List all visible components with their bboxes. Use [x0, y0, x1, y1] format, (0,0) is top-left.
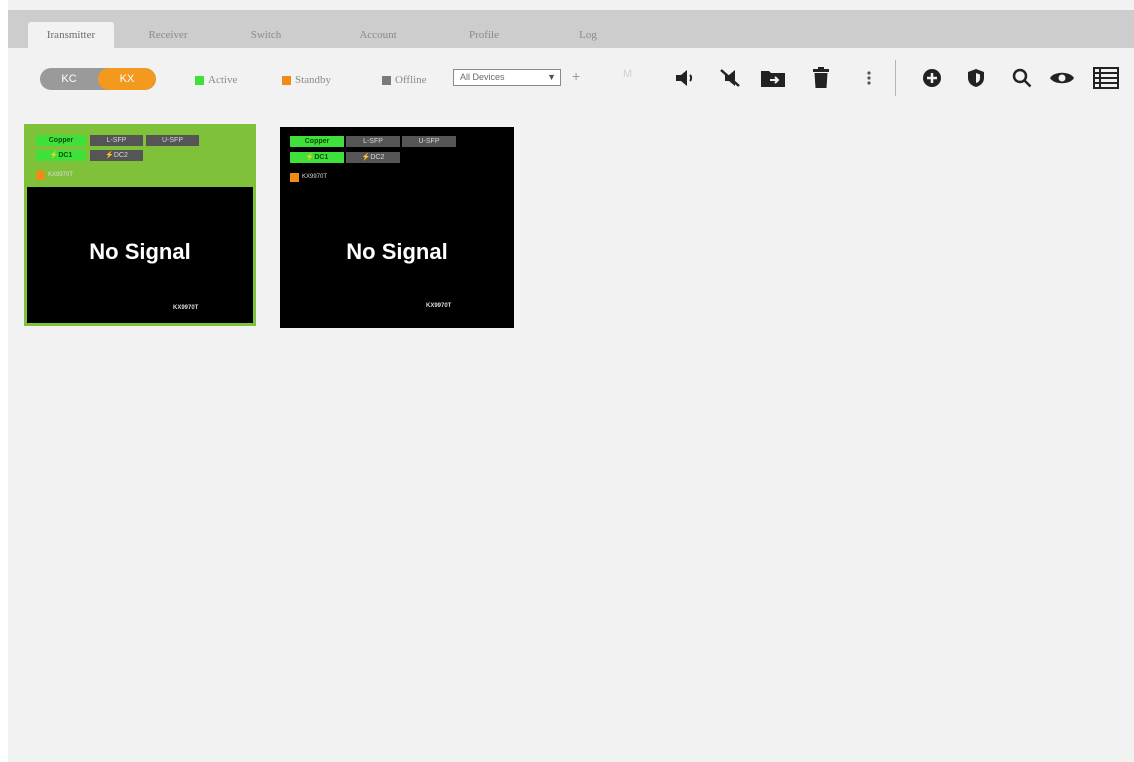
- badge-dc1: ⚡DC1: [290, 152, 344, 163]
- device-card-2[interactable]: Copper L-SFP U-SFP ⚡DC1 ⚡DC2 KX9970T No …: [280, 127, 514, 328]
- badge-dc2: ⚡DC2: [346, 152, 400, 163]
- legend-standby: Standby: [282, 73, 331, 87]
- legend-offline-label: Offline: [395, 74, 427, 86]
- badge-copper: Copper: [36, 135, 86, 146]
- badge-u-sfp: U-SFP: [146, 135, 199, 146]
- tab-switch[interactable]: Switch: [236, 22, 296, 48]
- chevron-down-icon: ▼: [547, 72, 556, 82]
- standby-status-icon: [290, 173, 299, 182]
- tab-receiver[interactable]: Receiver: [128, 22, 208, 48]
- add-circle-icon[interactable]: [918, 64, 946, 92]
- badge-u-sfp: U-SFP: [402, 136, 456, 147]
- device-card-1[interactable]: Copper L-SFP U-SFP ⚡DC1 ⚡DC2 KX9970T No …: [24, 124, 256, 326]
- card-footer-model: KX9970T: [173, 305, 199, 311]
- speaker-icon[interactable]: [673, 64, 701, 92]
- badge-l-sfp: L-SFP: [90, 135, 143, 146]
- more-vertical-icon[interactable]: [855, 64, 883, 92]
- card-model-label: KX9970T: [302, 174, 328, 180]
- standby-swatch-icon: [282, 75, 291, 85]
- device-filter-select[interactable]: All Devices ▼: [453, 69, 561, 86]
- add-device-button[interactable]: +: [572, 68, 580, 84]
- device-filter-value: All Devices: [460, 72, 505, 82]
- legend-offline: Offline: [382, 73, 427, 87]
- tab-log[interactable]: Log: [566, 22, 610, 48]
- toolbar: KC KX Active Standby Offline All Devices…: [8, 48, 1134, 108]
- badge-l-sfp: L-SFP: [346, 136, 400, 147]
- offline-swatch-icon: [382, 75, 391, 85]
- no-signal-text: No Signal: [89, 239, 191, 264]
- active-swatch-icon: [195, 75, 204, 85]
- badge-copper: Copper: [290, 136, 344, 147]
- legend-active: Active: [195, 73, 237, 87]
- no-signal-text: No Signal: [346, 239, 448, 264]
- tab-transmitter[interactable]: Iransmitter: [28, 22, 114, 48]
- toolbar-separator: [895, 60, 896, 96]
- search-icon[interactable]: [1008, 64, 1036, 92]
- badge-dc2: ⚡DC2: [90, 150, 143, 161]
- list-view-icon[interactable]: [1092, 64, 1120, 92]
- tab-profile[interactable]: Profile: [454, 22, 514, 48]
- eye-icon[interactable]: [1048, 64, 1076, 92]
- card-model-label: KX9970T: [48, 172, 74, 178]
- standby-status-icon: [36, 171, 45, 180]
- mode-toggle[interactable]: KC KX: [40, 68, 156, 90]
- mute-icon[interactable]: [717, 64, 745, 92]
- tab-account[interactable]: Account: [343, 22, 413, 48]
- badge-dc1: ⚡DC1: [36, 150, 86, 161]
- app-window: Iransmitter Receiver Switch Account Prof…: [8, 0, 1134, 762]
- mode-kx-option[interactable]: KX: [98, 68, 156, 90]
- legend-standby-label: Standby: [295, 74, 332, 86]
- shield-icon[interactable]: [962, 64, 990, 92]
- legend-active-label: Active: [208, 74, 238, 86]
- folder-import-icon[interactable]: [759, 64, 787, 92]
- card-footer-model: KX9970T: [426, 303, 452, 309]
- mode-kc-option[interactable]: KC: [40, 68, 98, 90]
- trash-icon[interactable]: [807, 64, 835, 92]
- disabled-button: M: [623, 68, 633, 80]
